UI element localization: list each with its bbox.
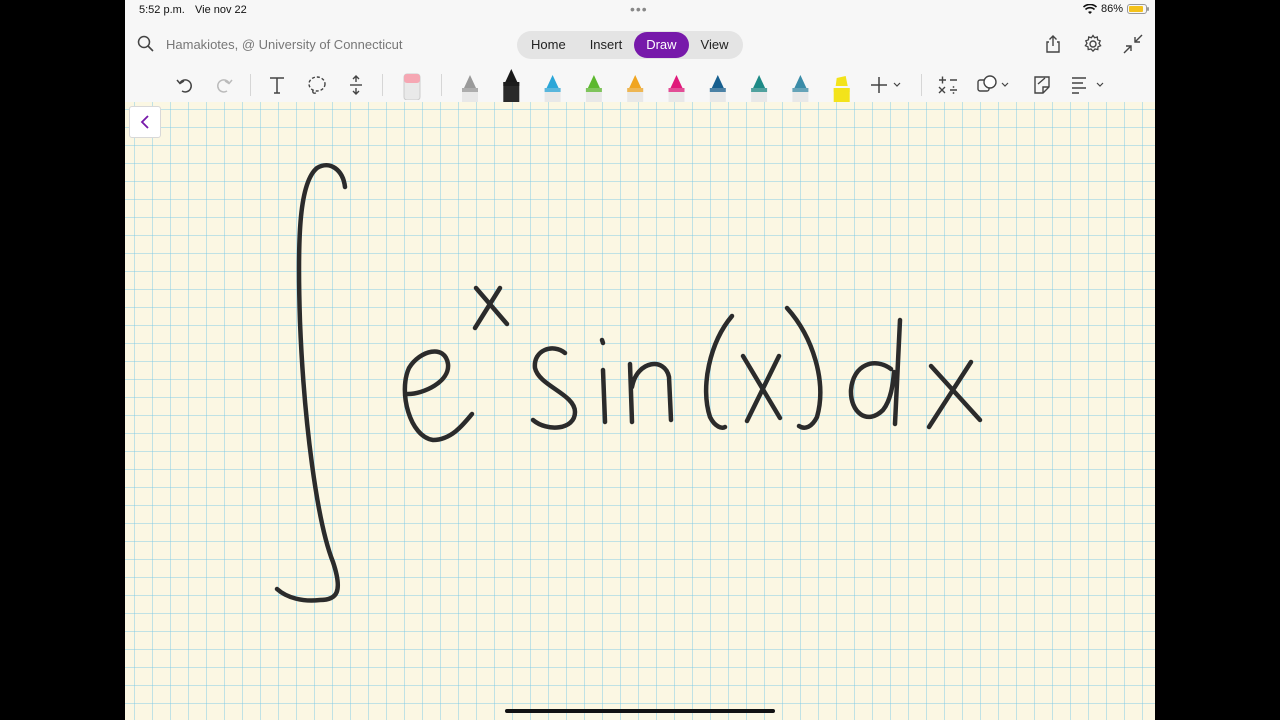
wifi-icon <box>1082 3 1097 14</box>
ink-close-paren <box>784 305 823 430</box>
pen-5[interactable] <box>627 75 644 102</box>
pen-8[interactable] <box>751 75 768 102</box>
text-icon[interactable] <box>267 68 287 102</box>
toolbar-divider <box>382 74 383 96</box>
pen-6[interactable] <box>668 75 685 102</box>
top-bar: Hamakiotes, @ University of Connecticut … <box>125 22 1155 68</box>
collapse-icon[interactable] <box>1123 34 1143 54</box>
battery-icon <box>1127 4 1149 14</box>
ink-letter-e <box>402 349 475 443</box>
ink-superscript-x <box>472 285 510 331</box>
sticky-note-icon[interactable] <box>1031 68 1053 102</box>
insert-space-icon[interactable] <box>346 68 366 102</box>
toolbar-divider <box>921 74 922 96</box>
ribbon-tabs: Home Insert Draw View <box>517 31 743 59</box>
status-right: 86% <box>1082 3 1149 15</box>
ink-letter-n <box>627 361 674 425</box>
pen-4[interactable] <box>585 75 602 102</box>
pen-2[interactable] <box>503 69 520 102</box>
ink-letter-d <box>848 317 903 427</box>
ink-to-text-icon[interactable] <box>1071 68 1105 102</box>
lasso-icon[interactable] <box>306 68 328 102</box>
pen-9[interactable] <box>792 75 809 102</box>
ink-dot-i <box>599 337 606 346</box>
handwritten-math <box>274 162 983 603</box>
pen-1[interactable] <box>462 75 478 102</box>
note-canvas[interactable] <box>125 102 1155 720</box>
pen-3[interactable] <box>544 75 561 102</box>
pen-tray <box>462 69 850 102</box>
ink-integral-sign <box>274 162 348 603</box>
shapes-icon[interactable] <box>977 68 1011 102</box>
battery-percent: 86% <box>1100 3 1123 15</box>
tab-view[interactable]: View <box>689 32 741 58</box>
onenote-screen: 5:52 p.m. Vie nov 22 ••• 86% Hamakiotes,… <box>125 0 1155 720</box>
toolbar-divider <box>250 74 251 96</box>
ink-open-paren <box>703 313 735 430</box>
toolbar-divider <box>441 74 442 96</box>
top-right-actions <box>1043 34 1155 54</box>
eraser-tool[interactable] <box>401 68 423 102</box>
status-bar: 5:52 p.m. Vie nov 22 ••• 86% <box>125 0 1155 22</box>
settings-icon[interactable] <box>1083 34 1103 54</box>
status-time: 5:52 p.m. <box>139 4 185 16</box>
highlighter-pen[interactable] <box>833 76 850 102</box>
share-icon[interactable] <box>1043 34 1063 54</box>
tab-home[interactable]: Home <box>519 32 578 58</box>
undo-icon[interactable] <box>175 68 195 102</box>
status-date: Vie nov 22 <box>195 4 247 16</box>
draw-toolbar <box>125 68 1155 102</box>
pen-7[interactable] <box>709 75 726 102</box>
home-indicator[interactable] <box>505 709 775 713</box>
tab-draw[interactable]: Draw <box>634 32 689 58</box>
tab-insert[interactable]: Insert <box>578 32 635 58</box>
ink-letter-i <box>600 367 608 425</box>
redo-icon[interactable] <box>214 68 234 102</box>
add-pen-icon[interactable] <box>870 68 904 102</box>
multitasking-dots-icon[interactable]: ••• <box>630 1 648 17</box>
search-icon[interactable] <box>137 35 154 52</box>
ink-to-math-icon[interactable] <box>937 68 959 102</box>
ink-letter-x <box>740 353 783 424</box>
notebook-location[interactable]: Hamakiotes, @ University of Connecticut <box>166 37 402 52</box>
ink-letter-s <box>530 346 578 430</box>
ink-letter-x-2 <box>926 359 983 430</box>
